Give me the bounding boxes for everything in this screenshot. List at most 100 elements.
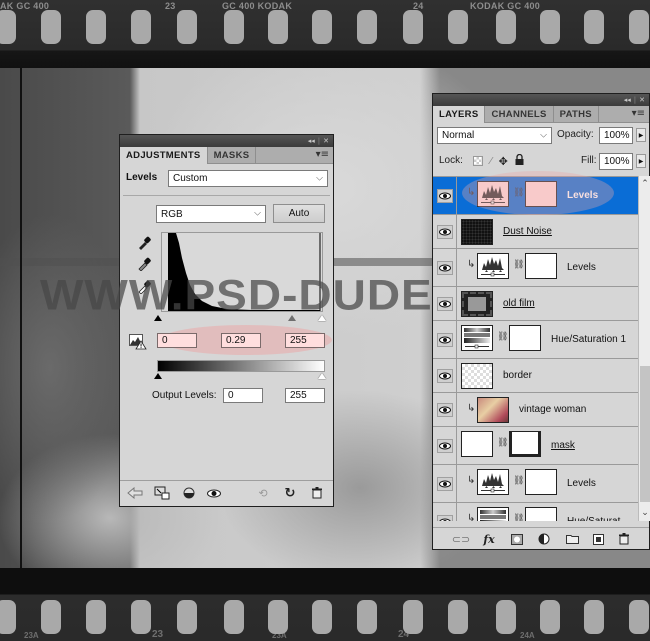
tab-channels[interactable]: CHANNELS — [485, 106, 554, 122]
layer-visibility-toggle[interactable] — [433, 465, 457, 502]
layer-visibility-toggle[interactable] — [433, 249, 457, 286]
scroll-up-icon[interactable]: ⌃ — [639, 178, 650, 190]
link-icon[interactable]: ⛓ — [497, 332, 508, 342]
clipping-warning-icon[interactable] — [129, 334, 147, 350]
tab-adjustments[interactable]: ADJUSTMENTS — [120, 147, 208, 164]
close-icon[interactable]: ✕ — [639, 94, 645, 106]
scroll-down-icon[interactable]: ⌄ — [639, 507, 650, 519]
opacity-field[interactable]: 100% — [599, 127, 633, 144]
layer-row[interactable]: ↳ ⛓ Levels — [433, 249, 638, 287]
add-mask-icon[interactable] — [509, 532, 525, 546]
layer-name[interactable]: mask — [551, 427, 575, 464]
black-point-eyedropper-icon[interactable] — [137, 236, 151, 250]
blend-mode-dropdown[interactable]: Normal ⌵ — [437, 127, 552, 144]
black-output-handle[interactable] — [154, 373, 162, 379]
collapse-icon[interactable]: ◂◂ — [308, 135, 315, 147]
layer-mask-thumbnail[interactable] — [525, 181, 557, 207]
link-icon[interactable]: ⛓ — [513, 476, 524, 486]
layer-row[interactable]: ↳ ⛓ Hue/Saturat... — [433, 503, 638, 521]
layer-visibility-toggle[interactable] — [433, 393, 457, 426]
collapse-icon[interactable]: ◂◂ — [624, 94, 631, 106]
back-arrow-icon[interactable] — [127, 486, 143, 500]
lock-pixels-icon[interactable]: ⁄ — [490, 156, 492, 167]
layer-visibility-toggle[interactable] — [433, 177, 457, 214]
sprocket-hole — [584, 600, 604, 634]
auto-button[interactable]: Auto — [273, 204, 325, 223]
tab-layers[interactable]: LAYERS — [433, 106, 486, 123]
sprocket-hole — [224, 10, 244, 44]
new-layer-icon[interactable] — [590, 532, 606, 546]
chevron-down-icon: ⌵ — [254, 207, 261, 218]
layer-name[interactable]: vintage woman — [519, 393, 586, 426]
layer-mask-thumbnail[interactable] — [525, 507, 557, 521]
gray-point-eyedropper-icon[interactable] — [137, 257, 151, 271]
layer-row[interactable]: border — [433, 359, 638, 393]
link-icon[interactable]: ⛓ — [513, 188, 524, 198]
layer-visibility-toggle[interactable] — [433, 359, 457, 392]
layer-name[interactable]: Hue/Saturation 1 — [551, 321, 626, 358]
delete-icon[interactable] — [309, 486, 325, 500]
scroll-thumb[interactable] — [640, 366, 650, 502]
lock-position-icon[interactable]: ✥ — [499, 155, 508, 168]
layer-row[interactable]: ⛓ mask — [433, 427, 638, 465]
panel-menu-icon[interactable]: ▾≡ — [316, 149, 329, 160]
layer-row[interactable]: ⛓ Hue/Saturation 1 — [433, 321, 638, 359]
layer-name[interactable]: old film — [503, 287, 535, 320]
layers-scrollbar[interactable]: ⌃ ⌄ — [638, 176, 650, 521]
layer-row[interactable]: ↳ ⛓ Levels — [433, 177, 638, 215]
layer-mask-thumbnail[interactable] — [509, 325, 541, 351]
layer-name[interactable]: Levels — [567, 177, 598, 214]
fill-field[interactable]: 100% — [599, 153, 633, 170]
input-midtone-field[interactable]: 0.29 — [221, 333, 261, 348]
output-black-field[interactable]: 0 — [223, 388, 263, 403]
layer-mask-thumbnail[interactable] — [509, 431, 541, 457]
layers-titlebar[interactable]: ◂◂ | ✕ — [433, 94, 649, 106]
new-adjustment-icon[interactable] — [536, 532, 552, 546]
layer-name[interactable]: border — [503, 359, 532, 392]
layer-visibility-toggle[interactable] — [433, 215, 457, 248]
layer-visibility-toggle[interactable] — [433, 503, 457, 521]
layer-visibility-toggle[interactable] — [433, 321, 457, 358]
layer-name[interactable]: Hue/Saturat... — [567, 503, 629, 521]
view-previous-icon[interactable]: ⟲ — [255, 486, 271, 500]
layer-mask-thumbnail[interactable] — [525, 469, 557, 495]
adjustments-titlebar[interactable]: ◂◂ | ✕ — [120, 135, 333, 147]
input-white-field[interactable]: 255 — [285, 333, 325, 348]
link-icon[interactable]: ⛓ — [513, 514, 524, 521]
delete-layer-icon[interactable] — [616, 532, 632, 546]
preset-dropdown[interactable]: Custom ⌵ — [168, 170, 328, 187]
expand-view-icon[interactable] — [154, 486, 170, 500]
reset-icon[interactable]: ↻ — [282, 486, 298, 501]
layer-name[interactable]: Levels — [567, 465, 596, 502]
tab-masks[interactable]: MASKS — [208, 147, 257, 163]
layer-row[interactable]: Dust Noise — [433, 215, 638, 249]
layer-row[interactable]: old film — [433, 287, 638, 321]
layer-visibility-toggle[interactable] — [433, 427, 457, 464]
visibility-eye-icon[interactable] — [206, 486, 222, 500]
layer-name[interactable]: Dust Noise — [503, 215, 552, 248]
eye-icon — [436, 514, 453, 521]
new-group-icon[interactable] — [564, 532, 580, 546]
layer-row[interactable]: ↳ ⛓ Levels — [433, 465, 638, 503]
fx-icon[interactable]: fx — [481, 532, 497, 546]
link-icon[interactable]: ⛓ — [497, 438, 508, 448]
output-white-field[interactable]: 255 — [285, 388, 325, 403]
layer-row[interactable]: ↳ vintage woman — [433, 393, 638, 427]
panel-menu-icon[interactable]: ▾≡ — [632, 108, 645, 119]
layer-name[interactable]: Levels — [567, 249, 596, 286]
output-levels-slider[interactable] — [154, 373, 326, 381]
link-icon[interactable]: ⛓ — [513, 260, 524, 270]
opacity-slider-arrow-icon[interactable]: ▶ — [636, 128, 646, 142]
clip-to-layer-icon[interactable] — [181, 486, 197, 500]
close-icon[interactable]: ✕ — [323, 135, 329, 147]
link-layers-icon[interactable]: ⊂⊃ — [452, 532, 470, 546]
fill-slider-arrow-icon[interactable]: ▶ — [636, 154, 646, 168]
input-black-field[interactable]: 0 — [157, 333, 197, 348]
tab-paths[interactable]: PATHS — [554, 106, 599, 122]
white-output-handle[interactable] — [318, 373, 326, 379]
layer-visibility-toggle[interactable] — [433, 287, 457, 320]
layer-mask-thumbnail[interactable] — [525, 253, 557, 279]
lock-transparency-icon[interactable] — [473, 156, 483, 166]
channel-dropdown[interactable]: RGB ⌵ — [156, 205, 266, 223]
lock-all-icon[interactable] — [515, 153, 524, 168]
